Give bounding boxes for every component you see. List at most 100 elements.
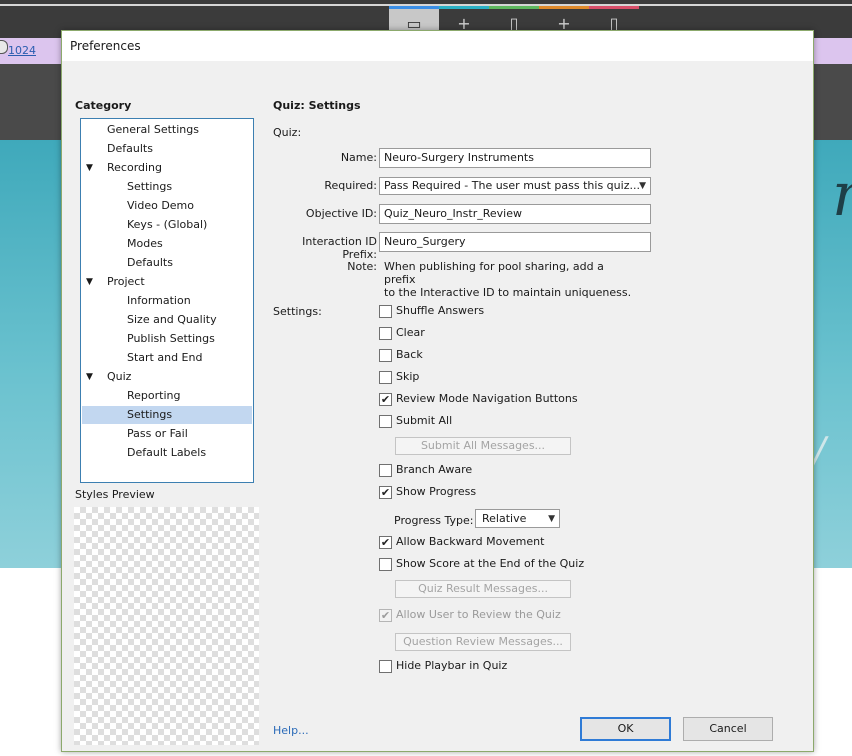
expand-arrow-icon[interactable]: ▼: [86, 159, 93, 177]
shuffle-answers-checkbox[interactable]: [379, 305, 392, 318]
tree-item-label: Default Labels: [127, 446, 207, 459]
tree-item[interactable]: ▼ Quiz: [82, 368, 252, 386]
skip-checkbox[interactable]: [379, 371, 392, 384]
tree-item-label: Information: [127, 294, 191, 307]
submit-all-messages-button[interactable]: Submit All Messages...: [395, 437, 571, 455]
required-select-value: Pass Required - The user must pass this …: [384, 179, 640, 192]
tree-item-label: Defaults: [127, 256, 173, 269]
tree-item-label: Start and End: [127, 351, 203, 364]
tree-item[interactable]: Pass or Fail: [82, 425, 252, 443]
progress-type-label: Progress Type:: [394, 514, 474, 527]
show-score-label[interactable]: Show Score at the End of the Quiz: [396, 557, 584, 570]
interaction-prefix-input[interactable]: Neuro_Surgery: [379, 232, 651, 252]
tree-item[interactable]: Default Labels: [82, 444, 252, 462]
tree-item[interactable]: Reporting: [82, 387, 252, 405]
tree-item[interactable]: Settings: [82, 178, 252, 196]
branch-aware-checkbox[interactable]: [379, 464, 392, 477]
tree-item-label: Size and Quality: [127, 313, 217, 326]
note-text: When publishing for pool sharing, add a …: [384, 260, 634, 299]
allow-review-label: Allow User to Review the Quiz: [396, 608, 561, 621]
show-progress-checkbox[interactable]: ✔: [379, 486, 392, 499]
quiz-group-label: Quiz:: [273, 126, 302, 139]
back-checkbox[interactable]: [379, 349, 392, 362]
cancel-button[interactable]: Cancel: [683, 717, 773, 741]
quiz-result-messages-button[interactable]: Quiz Result Messages...: [395, 580, 571, 598]
tree-item[interactable]: Publish Settings: [82, 330, 252, 348]
required-label: Required:: [324, 179, 377, 192]
dialog-title: Preferences: [70, 39, 141, 53]
back-label[interactable]: Back: [396, 348, 423, 361]
chevron-down-icon: ▼: [639, 181, 646, 191]
submit-all-checkbox[interactable]: [379, 415, 392, 428]
styles-preview: [74, 507, 259, 745]
hide-playbar-checkbox[interactable]: [379, 660, 392, 673]
tree-item-label: Recording: [107, 161, 163, 174]
ok-button[interactable]: OK: [580, 717, 671, 741]
clear-label[interactable]: Clear: [396, 326, 425, 339]
hide-playbar-label[interactable]: Hide Playbar in Quiz: [396, 659, 507, 672]
tree-item[interactable]: ▼ Recording: [82, 159, 252, 177]
objective-id-label: Objective ID:: [305, 207, 377, 220]
tree-item[interactable]: General Settings: [82, 121, 252, 139]
tree-item-label: Publish Settings: [127, 332, 215, 345]
skip-label[interactable]: Skip: [396, 370, 419, 383]
tree-item-label: Defaults: [107, 142, 153, 155]
tree-item-label: General Settings: [107, 123, 199, 136]
tree-item-label: Quiz: [107, 370, 132, 383]
name-label: Name:: [340, 151, 377, 164]
settings-label: Settings:: [273, 305, 322, 318]
tree-item[interactable]: Start and End: [82, 349, 252, 367]
tree-item[interactable]: Modes: [82, 235, 252, 253]
branch-aware-label[interactable]: Branch Aware: [396, 463, 472, 476]
allow-backward-label[interactable]: Allow Backward Movement: [396, 535, 544, 548]
tree-item[interactable]: Settings: [82, 406, 252, 424]
tree-item-label: Pass or Fail: [127, 427, 188, 440]
help-link[interactable]: Help...: [273, 724, 309, 737]
name-input[interactable]: Neuro-Surgery Instruments: [379, 148, 651, 168]
section-title: Quiz: Settings: [273, 99, 361, 112]
required-select[interactable]: Pass Required - The user must pass this …: [379, 177, 651, 195]
breakpoint-width-label[interactable]: 1024: [8, 44, 36, 57]
category-tree[interactable]: General Settings Defaults ▼ Recording Settin…: [80, 118, 254, 483]
tree-item-label: Settings: [127, 408, 173, 421]
tree-item-label: Project: [107, 275, 145, 288]
tree-item-label: Settings: [127, 180, 173, 193]
note-line-1: When publishing for pool sharing, add a …: [384, 260, 604, 286]
interaction-prefix-label: Interaction ID Prefix:: [302, 235, 377, 261]
clear-checkbox[interactable]: [379, 327, 392, 340]
tree-item-label: Modes: [127, 237, 163, 250]
allow-review-checkbox: ✔: [379, 609, 392, 622]
progress-type-select[interactable]: Relative ▼: [475, 509, 560, 528]
review-mode-nav-checkbox[interactable]: ✔: [379, 393, 392, 406]
note-line-2: to the Interactive ID to maintain unique…: [384, 286, 632, 299]
preferences-dialog: Preferences Category General Settings Def…: [61, 30, 814, 752]
allow-backward-checkbox[interactable]: ✔: [379, 536, 392, 549]
progress-type-value: Relative: [482, 512, 527, 525]
expand-arrow-icon[interactable]: ▼: [86, 273, 93, 291]
note-label: Note:: [347, 260, 377, 273]
tree-item[interactable]: ▼ Project: [82, 273, 252, 291]
tree-item[interactable]: Video Demo: [82, 197, 252, 215]
slide-decoration: n: [832, 160, 852, 230]
submit-all-label[interactable]: Submit All: [396, 414, 452, 427]
category-header: Category: [75, 99, 132, 112]
show-progress-label[interactable]: Show Progress: [396, 485, 476, 498]
slide-decoration-2: /: [812, 430, 826, 476]
expand-arrow-icon[interactable]: ▼: [86, 368, 93, 386]
tree-item[interactable]: Defaults: [82, 140, 252, 158]
tree-item-label: Reporting: [127, 389, 181, 402]
dialog-titlebar[interactable]: Preferences: [62, 31, 813, 61]
objective-id-input[interactable]: Quiz_Neuro_Instr_Review: [379, 204, 651, 224]
show-score-checkbox[interactable]: [379, 558, 392, 571]
question-review-messages-button[interactable]: Question Review Messages...: [395, 633, 571, 651]
review-mode-nav-label[interactable]: Review Mode Navigation Buttons: [396, 392, 578, 405]
shuffle-answers-label[interactable]: Shuffle Answers: [396, 304, 484, 317]
tree-item[interactable]: Keys - (Global): [82, 216, 252, 234]
tree-item[interactable]: Information: [82, 292, 252, 310]
chevron-down-icon: ▼: [548, 514, 555, 524]
dialog-body: Category General Settings Defaults ▼ Record…: [62, 61, 813, 751]
tree-item[interactable]: Defaults: [82, 254, 252, 272]
styles-preview-label: Styles Preview: [75, 488, 155, 501]
tree-item[interactable]: Size and Quality: [82, 311, 252, 329]
tree-item-label: Keys - (Global): [127, 218, 208, 231]
